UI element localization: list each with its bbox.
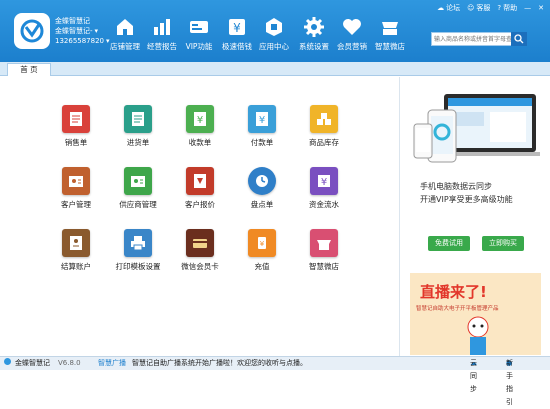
top-links: ☁ 论坛 ☺ 客服 ? 帮助 — ✕ (437, 3, 544, 13)
grid-item-account[interactable]: 结算账户 (48, 229, 104, 272)
promo-text: 手机电脑数据云同步 开通VIP享受更多高级功能 (420, 180, 540, 206)
grid-item-inventory[interactable]: 商品库存 (296, 105, 352, 148)
search-button[interactable] (511, 32, 527, 46)
grid-item-sales-order[interactable]: 销售单 (48, 105, 104, 148)
svg-text:¥: ¥ (259, 115, 265, 126)
purchase-order-icon (124, 105, 152, 133)
user-name: 金蝶智慧记 (55, 17, 90, 25)
function-grid: 销售单 进货单 ¥ 收款单 ¥ 付款单 商品库存 客户管理 供应商管理 客户报价… (0, 77, 400, 356)
grid-item-print-template[interactable]: 打印模板设置 (110, 229, 166, 272)
app-header: 金蝶智慧记 金蝶智慧记- ▾ 13265587820 ▾ 店铺管理 经营报告 VIP… (0, 0, 550, 62)
app-logo (14, 13, 50, 49)
nav-label: VIP功能 (185, 42, 213, 51)
customer-icon (62, 167, 90, 195)
promo-line: 手机电脑数据云同步 (420, 182, 492, 191)
gear-icon (304, 17, 324, 37)
mascot-icon (467, 316, 489, 355)
help-link[interactable]: ? 帮助 (497, 3, 517, 13)
logo-icon (20, 19, 44, 43)
broadcast-message: 智慧记自助广播系统开始广播啦！欢迎您的收听与点播。 (132, 359, 307, 367)
nav-label: 系统设置 (299, 42, 329, 51)
app-center-icon (266, 18, 282, 36)
grid-item-cash-flow[interactable]: ¥ 资金流水 (296, 167, 352, 210)
grid-item-quote[interactable]: 客户报价 (172, 167, 228, 210)
minimize-button[interactable]: — (524, 4, 531, 12)
grid-item-supplier[interactable]: 供应商管理 (110, 167, 166, 210)
grid-item-recharge[interactable]: ¥ 充值 (234, 229, 290, 272)
help-icon: ? (497, 4, 502, 12)
grid-item-payment[interactable]: ¥ 付款单 (234, 105, 290, 148)
forum-icon: ☁ (437, 4, 445, 12)
user-shop: 金蝶智慧记- (55, 27, 93, 35)
tab-home[interactable]: 首 页 (7, 63, 51, 76)
broadcast-link[interactable]: 智慧广播 (98, 357, 126, 370)
svg-text:¥: ¥ (233, 21, 241, 35)
money-icon: ¥ (229, 19, 245, 35)
quote-icon (186, 167, 214, 195)
svg-text:¥: ¥ (321, 177, 327, 188)
supplier-icon (124, 167, 152, 195)
service-link[interactable]: ☺ 客服 (467, 3, 490, 13)
nav-label: 应用中心 (259, 42, 289, 51)
store-icon (117, 19, 133, 35)
micro-store-icon (310, 229, 338, 257)
nav-label: 智慧微店 (375, 42, 405, 51)
grid-item-micro-store[interactable]: 智慧微店 (296, 229, 352, 272)
buy-now-button[interactable]: 立即购买 (482, 236, 524, 251)
svg-text:¥: ¥ (197, 115, 203, 126)
promo-line: 开通VIP享受更多高级功能 (420, 195, 513, 204)
nav-label: 店铺管理 (110, 42, 140, 51)
svg-text:¥: ¥ (260, 240, 265, 248)
recharge-icon: ¥ (248, 229, 276, 257)
account-icon (62, 229, 90, 257)
close-button[interactable]: ✕ (538, 4, 544, 12)
search-icon (514, 34, 524, 44)
live-banner[interactable]: 直播来了! 智慧记自助大电子开平板管理产品 (410, 273, 541, 355)
banner-subtitle: 智慧记自助大电子开平板管理产品 (416, 306, 499, 312)
status-version: V6.8.0 (58, 359, 81, 367)
receipt-icon: ¥ (186, 105, 214, 133)
app-status-icon (3, 357, 12, 371)
grid-item-stocktake[interactable]: 盘点单 (234, 167, 290, 210)
user-phone: 13265587820 (55, 37, 104, 45)
report-icon (154, 19, 170, 35)
wechat-card-icon (186, 229, 214, 257)
grid-item-purchase-order[interactable]: 进货单 (110, 105, 166, 148)
cash-flow-icon: ¥ (310, 167, 338, 195)
chevron-down-icon[interactable]: ▾ (95, 27, 99, 35)
forum-link[interactable]: ☁ 论坛 (437, 3, 460, 13)
nav-micro-store[interactable]: 智慧微店 (367, 16, 413, 52)
printer-icon (124, 229, 152, 257)
free-trial-button[interactable]: 免费试用 (428, 236, 470, 251)
payment-icon: ¥ (248, 105, 276, 133)
devices-illustration (413, 94, 540, 163)
person-icon: ☺ (467, 4, 475, 12)
nav-label: 经营报告 (147, 42, 177, 51)
tab-bar: 首 页 (0, 62, 550, 76)
sales-order-icon (62, 105, 90, 133)
status-bar: 金蝶智慧记 V6.8.0 智慧广播 智慧记自助广播系统开始广播啦！欢迎您的收听与… (0, 356, 550, 406)
status-app-name: 金蝶智慧记 (15, 359, 50, 367)
grid-item-customer[interactable]: 客户管理 (48, 167, 104, 210)
stocktake-icon (248, 167, 276, 195)
nav-label: 会员营销 (337, 42, 367, 51)
grid-item-wechat-card[interactable]: 微信会员卡 (172, 229, 228, 272)
vip-card-icon (190, 21, 208, 33)
inventory-icon (310, 105, 338, 133)
micro-store-icon (382, 22, 398, 35)
grid-item-receipt[interactable]: ¥ 收款单 (172, 105, 228, 148)
heart-icon (343, 19, 361, 35)
banner-title: 直播来了! (420, 283, 487, 301)
nav-label: 极速借钱 (222, 42, 252, 51)
